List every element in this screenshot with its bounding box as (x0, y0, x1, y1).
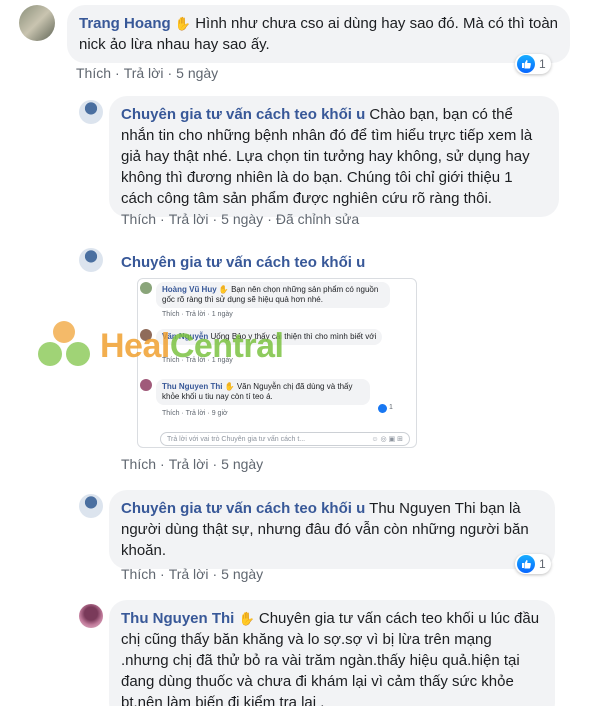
comment-thu-nguyen: Thu Nguyen Thi ✋ Chuyên gia tư vấn cách … (79, 600, 555, 706)
avatar[interactable] (79, 604, 103, 628)
comment-author[interactable]: Thu Nguyen Thi (121, 610, 234, 627)
embedded-reply-box: Trả lời với vai trò Chuyên gia tư vấn cá… (160, 432, 410, 446)
avatar[interactable] (79, 248, 103, 272)
like-link[interactable]: Thích (76, 65, 111, 81)
embedded-actions: Thích · Trả lời · 9 giờ (162, 410, 228, 417)
comment-trang-hoang: Trang Hoang ✋ Hình như chưa cso ai dùng … (19, 5, 570, 63)
comment-bubble: Trang Hoang ✋ Hình như chưa cso ai dùng … (67, 5, 570, 63)
embedded-author: Hoàng Vũ Huy (162, 285, 217, 294)
comment-bubble: Chuyên gia tư vấn cách teo khối u Chào b… (109, 96, 559, 217)
like-icon (517, 55, 535, 73)
comment-expert-2: Chuyên gia tư vấn cách teo khối u (79, 248, 365, 272)
like-link[interactable]: Thích (121, 566, 156, 582)
comment-expert-1: Chuyên gia tư vấn cách teo khối u Chào b… (79, 96, 559, 217)
watermark-heal: Heal (100, 326, 170, 365)
comment-author[interactable]: Trang Hoang (79, 15, 171, 32)
watermark-text: HealCentral (100, 326, 284, 366)
reply-link[interactable]: Trả lời (124, 65, 164, 81)
avatar (140, 282, 152, 294)
edited-label[interactable]: Đã chỉnh sửa (276, 211, 359, 227)
reply-tools-icons: ☺ ◎ ▣ ⊞ (371, 436, 403, 443)
reaction-number: 1 (389, 404, 393, 411)
reaction-count[interactable]: 1 (515, 54, 551, 74)
comment-author[interactable]: Chuyên gia tư vấn cách teo khối u (121, 254, 365, 271)
timestamp[interactable]: 5 ngày (221, 456, 263, 472)
like-icon (378, 403, 387, 413)
like-icon (517, 555, 535, 573)
wave-icon: ✋ (238, 611, 255, 626)
timestamp[interactable]: 5 ngày (221, 566, 263, 582)
watermark-central: Central (169, 326, 284, 365)
embedded-comment: Hoàng Vũ Huy ✋ Bạn nên chọn những sản ph… (140, 282, 390, 308)
comment-author[interactable]: Chuyên gia tư vấn cách teo khối u (121, 500, 365, 517)
reply-placeholder: Trả lời với vai trò Chuyên gia tư vấn cá… (167, 436, 306, 443)
avatar (140, 379, 152, 391)
comment-author[interactable]: Chuyên gia tư vấn cách teo khối u (121, 106, 365, 123)
comment-actions: Thích · Trả lời · 5 ngày (121, 456, 264, 472)
comment-actions: Thích · Trả lời · 5 ngày (76, 65, 219, 81)
comment-expert-3: Chuyên gia tư vấn cách teo khối u Thu Ng… (79, 490, 555, 569)
comment-bubble: Thu Nguyen Thi ✋ Chuyên gia tư vấn cách … (109, 600, 555, 706)
timestamp[interactable]: 5 ngày (221, 211, 263, 227)
reaction-count[interactable]: 1 (515, 554, 551, 574)
reaction-number: 1 (539, 557, 546, 571)
like-link[interactable]: Thích (121, 456, 156, 472)
comment-actions: Thích · Trả lời · 5 ngày · Đã chỉnh sửa (121, 211, 360, 227)
avatar[interactable] (79, 100, 103, 124)
avatar[interactable] (19, 5, 55, 41)
reply-link[interactable]: Trả lời (169, 456, 209, 472)
reply-link[interactable]: Trả lời (169, 566, 209, 582)
like-link[interactable]: Thích (121, 211, 156, 227)
comment-actions: Thích · Trả lời · 5 ngày (121, 566, 264, 582)
avatar[interactable] (79, 494, 103, 518)
comment-bubble: Chuyên gia tư vấn cách teo khối u Thu Ng… (109, 490, 555, 569)
embedded-comment: Thu Nguyen Thi ✋ Văn Nguyễn chị đã dùng … (140, 379, 370, 405)
reply-link[interactable]: Trả lời (169, 211, 209, 227)
wave-icon: ✋ (174, 16, 192, 31)
embedded-author: Thu Nguyen Thi (162, 382, 223, 391)
reaction-number: 1 (539, 57, 546, 71)
timestamp[interactable]: 5 ngày (176, 65, 218, 81)
healcentral-logo-icon (38, 321, 90, 366)
healcentral-watermark: HealCentral (32, 318, 284, 374)
embedded-reaction: 1 (378, 403, 393, 413)
